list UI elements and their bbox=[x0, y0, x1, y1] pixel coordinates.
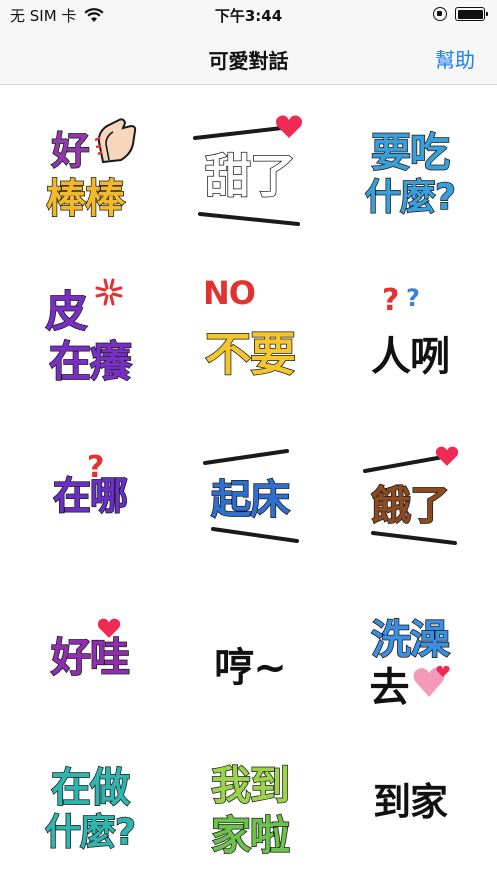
sticker-text: 餓了 bbox=[370, 482, 451, 530]
status-bar: 无 SIM 卡 下午3:44 bbox=[0, 0, 497, 30]
svg-text:?: ? bbox=[406, 284, 420, 312]
sticker-text: 在哪 bbox=[52, 473, 129, 519]
battery-icon bbox=[455, 7, 488, 21]
sticker-text: 在癢 bbox=[48, 336, 133, 387]
sticker-text: 好哇 bbox=[50, 634, 131, 682]
sticker-good-job[interactable]: 好 棒棒 bbox=[15, 106, 165, 246]
sticker-text: 什麼? bbox=[44, 811, 136, 854]
status-icons bbox=[433, 7, 488, 21]
sticker-text: 不要 bbox=[204, 326, 297, 382]
sticker-where-are-you[interactable]: 在哪 ? bbox=[15, 431, 165, 571]
sticker-arrived-home[interactable]: 到家 bbox=[335, 741, 485, 881]
sticker-where-are-you-person[interactable]: ? ? 人咧 bbox=[335, 266, 485, 406]
sticker-text: 去 bbox=[369, 665, 410, 711]
sticker-text: 到家 bbox=[372, 780, 448, 824]
navigation-bar: 可愛對話 幫助 bbox=[0, 30, 497, 85]
sticker-get-up[interactable]: 起床 bbox=[175, 431, 325, 571]
sticker-text: NO bbox=[203, 274, 256, 312]
sticker-nice[interactable]: 好哇 bbox=[15, 591, 165, 731]
status-time: 下午3:44 bbox=[214, 7, 283, 25]
sticker-im-home[interactable]: 我到 家啦 bbox=[175, 741, 325, 881]
heart-icon bbox=[435, 446, 459, 466]
sticker-text: 棒棒 bbox=[45, 175, 126, 223]
sticker-what-are-you-doing[interactable]: 在做 什麼? bbox=[15, 741, 165, 881]
sticker-grid: 好 棒棒 甜了 要吃 什麼? 皮 在癢 NO 不要 ? ? 人咧 在哪 ? 起床… bbox=[0, 86, 497, 883]
question-mark-icon: ? ? bbox=[382, 283, 420, 318]
page-title: 可愛對話 bbox=[208, 49, 289, 73]
help-button[interactable]: 幫助 bbox=[435, 44, 475, 73]
orientation-lock-icon bbox=[433, 7, 447, 21]
sticker-no-dont-want[interactable]: NO 不要 bbox=[175, 266, 325, 406]
sticker-what-to-eat[interactable]: 要吃 什麼? bbox=[335, 106, 485, 246]
sticker-text: 人咧 bbox=[371, 334, 450, 380]
heart-icon bbox=[276, 115, 302, 138]
sticker-so-sweet[interactable]: 甜了 bbox=[175, 106, 325, 246]
sticker-hungry[interactable]: 餓了 bbox=[335, 431, 485, 571]
sticker-text: 家啦 bbox=[210, 812, 291, 860]
svg-text:?: ? bbox=[382, 283, 399, 318]
sticker-text: 起床 bbox=[210, 476, 291, 524]
sticker-go-shower[interactable]: 洗澡 去 bbox=[335, 591, 485, 731]
sticker-text: 什麼? bbox=[364, 176, 456, 219]
sticker-text: 甜了 bbox=[204, 148, 297, 204]
